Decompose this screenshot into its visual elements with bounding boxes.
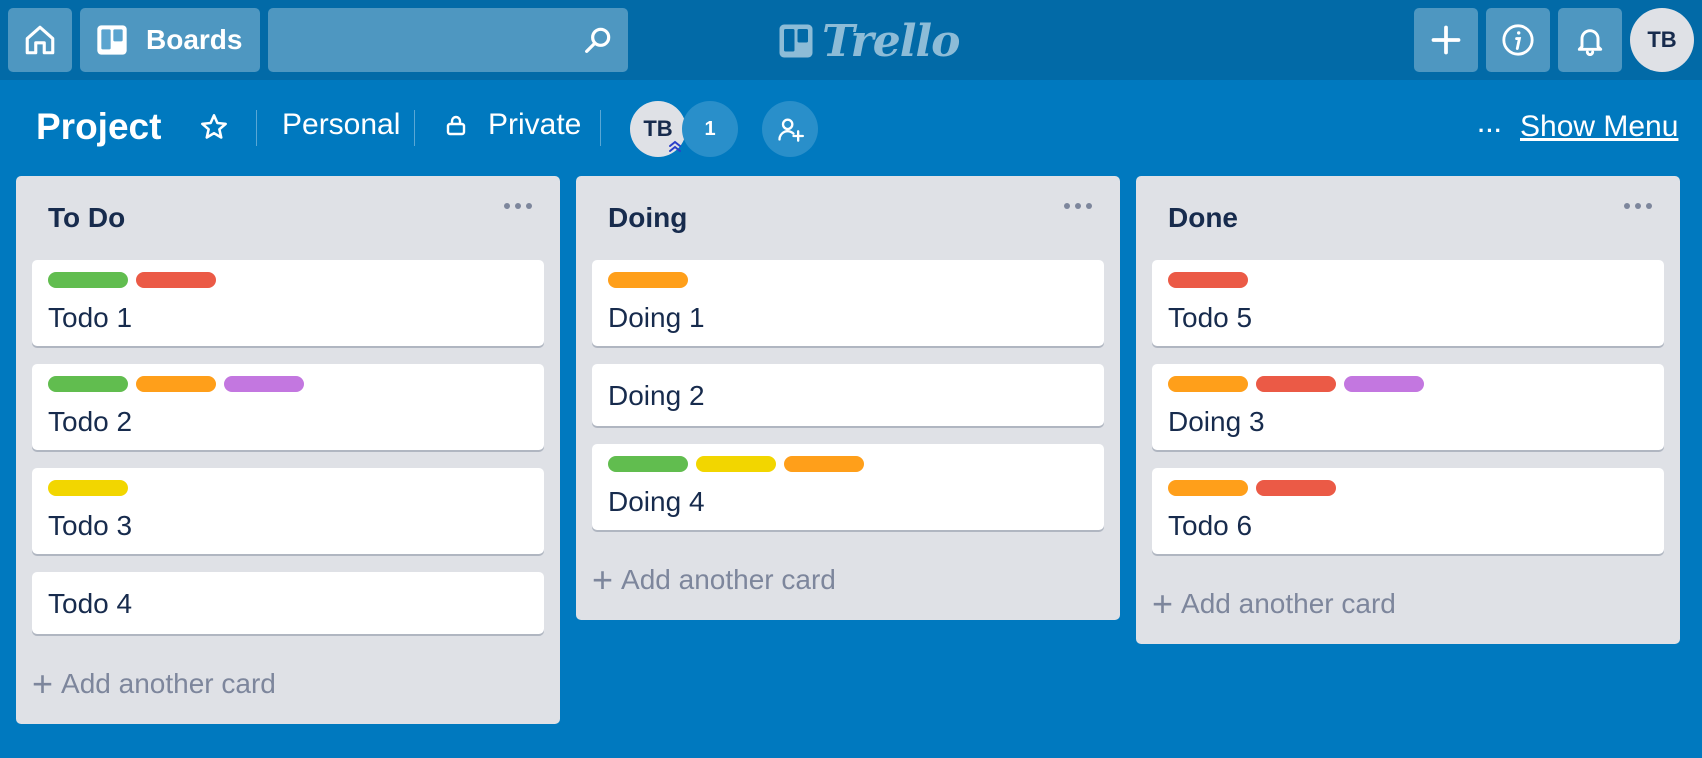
card-title: Todo 1 [48,302,133,333]
more-icon[interactable]: ··· [1478,118,1503,144]
trello-logo-text: Trello [822,15,960,67]
list-menu-icon[interactable] [502,200,534,212]
home-icon [25,25,55,55]
label-green[interactable] [48,272,128,288]
search-icon[interactable] [582,24,614,56]
label-red[interactable] [1256,480,1336,496]
team-button[interactable]: Personal [282,108,400,142]
home-button[interactable] [8,8,72,72]
card-labels [1168,480,1336,496]
label-purple[interactable] [224,376,304,392]
boards-label: Boards [146,24,243,55]
divider [600,110,601,146]
list-title[interactable]: To Do [48,202,125,234]
card-title: Doing 2 [608,380,705,411]
label-green[interactable] [608,456,688,472]
add-card-button[interactable]: + Add another card [592,562,836,598]
card-todo-6[interactable]: Todo 6 [1152,468,1664,554]
list-to-do: To Do Todo 1 Todo 2 Todo 3 Todo 4 + Add … [16,176,560,724]
card-title: Doing 3 [1168,406,1265,437]
lock-icon [446,115,466,136]
label-red[interactable] [136,272,216,288]
add-card-button[interactable]: + Add another card [1152,586,1396,622]
card-labels [48,376,304,392]
card-labels [48,272,216,288]
label-orange[interactable] [608,272,688,288]
notifications-button[interactable] [1558,8,1622,72]
card-todo-5[interactable]: Todo 5 [1152,260,1664,346]
list-done: Done Todo 5 Doing 3 Todo 6 + Add another… [1136,176,1680,644]
search-box[interactable] [268,8,628,72]
search-input[interactable] [268,8,568,72]
plus-icon: + [32,663,54,704]
card-title: Todo 3 [48,510,133,541]
label-yellow[interactable] [696,456,776,472]
card-todo-4[interactable]: Todo 4 [32,572,544,634]
card-todo-1[interactable]: Todo 1 [32,260,544,346]
member-count-badge[interactable]: 1 [682,101,738,157]
list-doing: Doing Doing 1 Doing 2 Doing 4 + Add anot… [576,176,1120,620]
star-button[interactable] [200,112,230,142]
star-icon [201,114,227,139]
label-red[interactable] [1168,272,1248,288]
label-yellow[interactable] [48,480,128,496]
user-avatar[interactable]: TB [1630,8,1694,72]
card-labels [1168,272,1248,288]
boards-button[interactable]: Boards [80,8,260,72]
card-doing-4[interactable]: Doing 4 [592,444,1104,530]
card-doing-2[interactable]: Doing 2 [592,364,1104,426]
card-labels [1168,376,1424,392]
bell-icon [1577,29,1603,56]
card-doing-3[interactable]: Doing 3 [1152,364,1664,450]
plus-icon [1431,25,1461,55]
add-card-button[interactable]: + Add another card [32,666,276,702]
list-title[interactable]: Doing [608,202,687,234]
label-green[interactable] [48,376,128,392]
visibility-button[interactable]: Private [444,108,581,142]
list-menu-icon[interactable] [1062,200,1094,212]
card-labels [608,456,864,472]
top-header: Boards Trello TB [0,0,1702,80]
card-labels [48,480,128,496]
visibility-label: Private [488,108,582,141]
info-icon [1502,24,1534,56]
create-button[interactable] [1414,8,1478,72]
plus-icon: + [592,559,614,600]
admin-chevron-icon [669,140,681,152]
add-card-label: Add another card [1181,588,1396,619]
card-labels [608,272,688,288]
divider [256,110,257,146]
add-card-label: Add another card [61,668,276,699]
add-member-icon [778,118,804,142]
label-orange[interactable] [136,376,216,392]
trello-logo-icon [779,24,813,58]
label-orange[interactable] [1168,480,1248,496]
card-title: Doing 4 [608,486,705,517]
info-button[interactable] [1486,8,1550,72]
card-title: Todo 4 [48,588,133,619]
card-title: Todo 5 [1168,302,1253,333]
card-todo-2[interactable]: Todo 2 [32,364,544,450]
card-title: Todo 6 [1168,510,1253,541]
card-title: Todo 2 [48,406,133,437]
label-red[interactable] [1256,376,1336,392]
divider [414,110,415,146]
board-title[interactable]: Project [36,106,161,148]
label-orange[interactable] [1168,376,1248,392]
card-title: Doing 1 [608,302,705,333]
show-menu-link[interactable]: Show Menu [1520,110,1678,144]
label-purple[interactable] [1344,376,1424,392]
label-orange[interactable] [784,456,864,472]
invite-button[interactable] [762,101,818,157]
trello-logo[interactable]: Trello [778,15,960,67]
card-todo-3[interactable]: Todo 3 [32,468,544,554]
list-title[interactable]: Done [1168,202,1238,234]
list-menu-icon[interactable] [1622,200,1654,212]
plus-icon: + [1152,583,1174,624]
boards-icon [97,25,127,55]
card-doing-1[interactable]: Doing 1 [592,260,1104,346]
team-label: Personal [282,108,401,141]
add-card-label: Add another card [621,564,836,595]
